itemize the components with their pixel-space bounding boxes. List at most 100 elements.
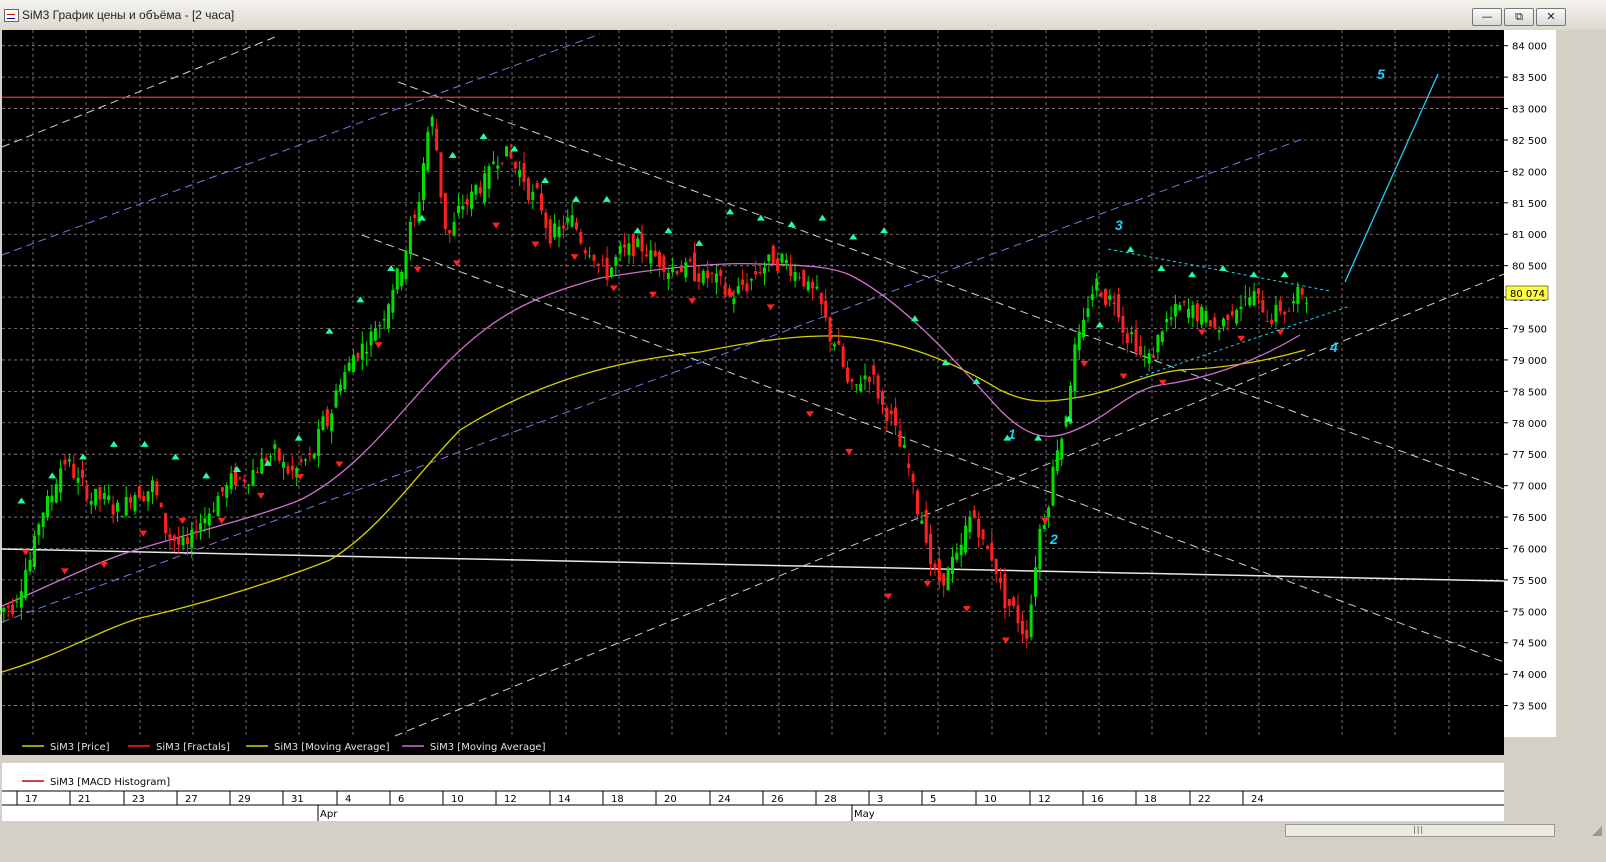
candle-body (762, 267, 766, 274)
candle-body (1130, 332, 1134, 335)
candle-body (679, 267, 683, 273)
candle-body (706, 270, 710, 279)
candle-body (815, 286, 819, 289)
candle-body (828, 317, 832, 342)
plot-area[interactable] (2, 30, 1504, 737)
y-tick-label: 75 000 (1512, 607, 1547, 618)
candle-body (631, 234, 635, 256)
candle-body (286, 466, 290, 474)
candle-body (1090, 294, 1094, 300)
candle-body (666, 272, 670, 280)
candle-body (714, 273, 718, 283)
x-tick-label: 14 (558, 794, 571, 805)
x-tick-label: 24 (1251, 794, 1264, 805)
candle-body (780, 253, 784, 263)
horizontal-scrollbar[interactable]: ||| (0, 822, 1606, 838)
chart-window-icon (4, 9, 19, 22)
candle-body (185, 537, 189, 545)
candle-body (977, 518, 981, 538)
wave-label-5: 5 (1377, 66, 1385, 82)
y-tick-label: 79 000 (1512, 356, 1547, 367)
candle-body (1060, 438, 1064, 460)
candle-body (902, 444, 906, 448)
candle-body (28, 559, 32, 572)
candle-body (907, 463, 911, 469)
close-button[interactable]: ✕ (1536, 8, 1566, 26)
candle-body (0, 610, 1, 615)
date-axis[interactable] (2, 791, 1504, 821)
candle-body (1300, 288, 1304, 295)
x-tick-label: 17 (25, 794, 38, 805)
y-tick-label: 80 500 (1512, 262, 1547, 273)
candle-body (548, 219, 552, 244)
candle-body (854, 384, 858, 386)
candle-body (697, 273, 701, 282)
candle-body (85, 484, 89, 500)
candle-body (832, 344, 836, 347)
candle-body (277, 448, 281, 461)
candle-body (356, 353, 360, 359)
candle-body (846, 367, 850, 382)
wave-label-1: 1 (1008, 426, 1016, 442)
candle-body (693, 252, 697, 282)
candle-body (972, 510, 976, 518)
candle-body (225, 485, 229, 498)
candle-body (758, 272, 762, 274)
candle-body (63, 459, 67, 465)
restore-button[interactable]: ⧉ (1504, 8, 1534, 26)
resize-grip-icon[interactable] (1590, 824, 1602, 836)
candle-body (347, 362, 351, 371)
candle-body (745, 283, 749, 292)
candle-body (172, 535, 176, 541)
candle-body (19, 591, 23, 608)
x-tick-label: 10 (451, 794, 464, 805)
candle-body (579, 231, 583, 244)
legend: SiM3 [Price] SiM3 [Fractals] SiM3 [Moving … (22, 742, 546, 753)
candle-body (1204, 311, 1208, 323)
candle-body (994, 558, 998, 574)
y-tick-label: 84 000 (1512, 42, 1547, 53)
candle-body (736, 286, 740, 294)
candle-body (391, 290, 395, 313)
y-tick-label: 76 000 (1512, 544, 1547, 555)
macd-pane[interactable] (2, 763, 1504, 791)
candle-body (24, 569, 28, 599)
candle-body (378, 325, 382, 327)
candle-body (605, 257, 609, 280)
price-chart[interactable]: 1 2 3 4 5 84 000 83 500 83 000 82 500 82 000… (0, 30, 1606, 822)
candle-body (789, 264, 793, 276)
candle-body (159, 503, 163, 508)
candle-body (802, 269, 806, 287)
y-tick-label: 78 500 (1512, 387, 1547, 398)
candle-body (255, 471, 259, 473)
candle-body (640, 233, 644, 252)
candle-body (784, 259, 788, 264)
candle-body (990, 542, 994, 561)
y-tick-label: 82 500 (1512, 136, 1547, 147)
candle-body (150, 480, 154, 493)
candle-body (671, 267, 675, 272)
candle-body (439, 152, 443, 198)
candle-body (964, 525, 968, 553)
x-tick-label: 20 (664, 794, 677, 805)
candle-body (1208, 320, 1212, 327)
candle-body (1278, 300, 1282, 312)
minimize-button[interactable]: — (1472, 8, 1502, 26)
candle-body (11, 604, 15, 615)
candle-body (1077, 331, 1081, 351)
x-tick-label: 18 (1144, 794, 1157, 805)
candle-body (1029, 604, 1033, 638)
candle-body (330, 413, 334, 432)
candle-body (999, 578, 1003, 583)
candle-body (872, 365, 876, 375)
candle-body (404, 250, 408, 280)
candle-body (937, 559, 941, 582)
candle-body (968, 517, 972, 533)
candle-body (181, 537, 185, 546)
candle-body (859, 383, 863, 392)
candle-body (710, 272, 714, 275)
candle-body (1305, 302, 1309, 304)
candle-body (614, 256, 618, 266)
candle-body (509, 151, 513, 158)
candle-body (373, 328, 377, 341)
